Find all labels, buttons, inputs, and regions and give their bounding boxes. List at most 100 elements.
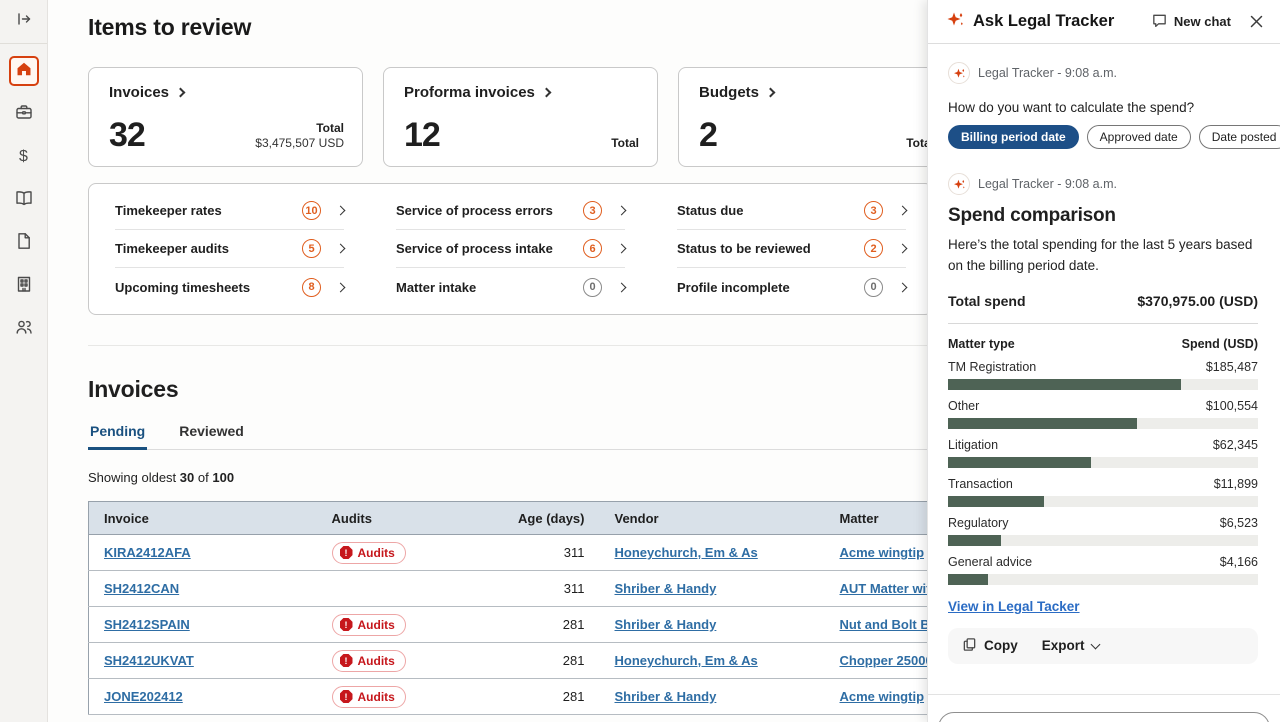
card-title-label: Budgets (699, 84, 759, 101)
invoice-link[interactable]: SH2412SPAIN (104, 617, 190, 632)
export-button[interactable]: Export (1042, 638, 1099, 653)
ask-legal-tracker-panel: Ask Legal Tracker New chat (927, 0, 1280, 722)
audits-badge[interactable]: ! Audits (332, 650, 406, 672)
matter-link[interactable]: Acme wingtip (840, 689, 925, 704)
sidebar-item-organization[interactable] (9, 271, 39, 301)
sidebar: $ (0, 0, 48, 722)
matter-link[interactable]: Acme wingtip (840, 545, 925, 560)
card-budgets[interactable]: Budgets 2 Total (678, 67, 953, 167)
invoices-tabbar: Pending Reviewed (88, 419, 933, 450)
invoice-link[interactable]: SH2412CAN (104, 581, 179, 596)
chevron-right-icon (176, 88, 186, 98)
ai-sparkle-icon (946, 10, 965, 34)
audits-badge[interactable]: ! Audits (332, 542, 406, 564)
tab-reviewed[interactable]: Reviewed (177, 419, 246, 450)
chart-value-label: $11,899 (1214, 477, 1258, 491)
vendor-link[interactable]: Honeychurch, Em & As (615, 653, 758, 668)
review-item-sop-intake[interactable]: Service of process intake 6 (396, 230, 625, 268)
matter-link[interactable]: Chopper 25000 (840, 653, 933, 668)
showing-of: of (198, 470, 209, 485)
count-badge: 8 (302, 278, 321, 297)
sidebar-item-home[interactable] (9, 56, 39, 86)
age-value: 311 (485, 535, 595, 571)
review-item-upcoming-timesheets[interactable]: Upcoming timesheets 8 (115, 268, 344, 306)
chevron-right-icon (336, 282, 346, 292)
close-panel-button[interactable] (1249, 14, 1264, 29)
sidebar-item-people[interactable] (9, 314, 39, 344)
review-item-label: Timekeeper audits (115, 241, 302, 256)
vendor-link[interactable]: Shriber & Handy (615, 617, 717, 632)
chevron-right-icon (766, 88, 776, 98)
review-item-profile-incomplete[interactable]: Profile incomplete 0 (677, 268, 906, 306)
invoice-link[interactable]: SH2412UKVAT (104, 653, 194, 668)
card-total-value: $3,475,507 USD (255, 136, 344, 152)
sidebar-item-finance[interactable]: $ (9, 142, 39, 172)
home-icon (15, 60, 33, 83)
pill-date-posted[interactable]: Date posted (1199, 125, 1280, 149)
review-item-timekeeper-rates[interactable]: Timekeeper rates 10 (115, 192, 344, 230)
message-meta: Legal Tracker - 9:08 a.m. (948, 62, 1258, 84)
review-items-panel: Timekeeper rates 10 Timekeeper audits 5 … (88, 183, 933, 315)
count-badge: 0 (583, 278, 602, 297)
card-title-label: Proforma invoices (404, 84, 535, 101)
matter-link[interactable]: Nut and Bolt B (840, 617, 930, 632)
chevron-right-icon (336, 206, 346, 216)
message-meta: Legal Tracker - 9:08 a.m. (948, 173, 1258, 195)
audits-badge[interactable]: ! Audits (332, 614, 406, 636)
review-item-timekeeper-audits[interactable]: Timekeeper audits 5 (115, 230, 344, 268)
col-invoice: Invoice (89, 502, 317, 535)
matter-link[interactable]: AUT Matter wit (840, 581, 931, 596)
chart-value-label: $100,554 (1206, 399, 1258, 413)
alert-octagon-icon: ! (340, 618, 353, 631)
pill-billing-period-date[interactable]: Billing period date (948, 125, 1079, 149)
tab-pending[interactable]: Pending (88, 419, 147, 450)
view-in-legal-tracker-link[interactable]: View in Legal Tacker (948, 599, 1080, 614)
review-item-matter-intake[interactable]: Matter intake 0 (396, 268, 625, 306)
sidebar-item-documents[interactable] (9, 228, 39, 258)
invoice-link[interactable]: JONE202412 (104, 689, 183, 704)
new-chat-button[interactable]: New chat (1151, 12, 1231, 32)
export-label: Export (1042, 638, 1085, 653)
chevron-right-icon (336, 244, 346, 254)
showing-prefix: Showing oldest (88, 470, 176, 485)
review-item-status-due[interactable]: Status due 3 (677, 192, 906, 230)
expand-sidebar-button[interactable] (9, 7, 39, 37)
review-item-status-to-be-reviewed[interactable]: Status to be reviewed 2 (677, 230, 906, 268)
bar-fill (948, 496, 1044, 507)
invoice-link[interactable]: KIRA2412AFA (104, 545, 191, 560)
chart-category-label: General advice (948, 555, 1032, 569)
pill-approved-date[interactable]: Approved date (1087, 125, 1191, 149)
total-spend-label: Total spend (948, 293, 1026, 309)
chat-input[interactable] (938, 712, 1270, 722)
chart-col-spend: Spend (USD) (1182, 337, 1258, 351)
age-value: 281 (485, 679, 595, 715)
col-age: Age (days) (485, 502, 595, 535)
card-invoices[interactable]: Invoices 32 Total $3,475,507 USD (88, 67, 363, 167)
chart-row: Other $100,554 (948, 399, 1258, 429)
vendor-link[interactable]: Honeychurch, Em & As (615, 545, 758, 560)
audits-badge[interactable]: ! Audits (332, 686, 406, 708)
review-item-sop-errors[interactable]: Service of process errors 3 (396, 192, 625, 230)
age-value: 281 (485, 643, 595, 679)
chart-row: General advice $4,166 (948, 555, 1258, 585)
chevron-right-icon (898, 206, 908, 216)
chevron-right-icon (617, 206, 627, 216)
review-items-column: Status due 3 Status to be reviewed 2 Pro… (677, 192, 906, 306)
chart-category-label: TM Registration (948, 360, 1036, 374)
chat-messages: Legal Tracker - 9:08 a.m. How do you wan… (928, 44, 1280, 664)
audits-badge-label: Audits (358, 618, 395, 632)
sidebar-item-library[interactable] (9, 185, 39, 215)
chart-row: TM Registration $185,487 (948, 360, 1258, 390)
sidebar-item-briefcase[interactable] (9, 99, 39, 129)
chart-category-label: Other (948, 399, 979, 413)
vendor-link[interactable]: Shriber & Handy (615, 581, 717, 596)
chart-value-label: $6,523 (1220, 516, 1258, 530)
copy-button[interactable]: Copy (962, 637, 1018, 655)
bar-track (948, 535, 1258, 546)
card-proforma-invoices[interactable]: Proforma invoices 12 Total (383, 67, 658, 167)
vendor-link[interactable]: Shriber & Handy (615, 689, 717, 704)
chart-row: Transaction $11,899 (948, 477, 1258, 507)
people-icon (14, 317, 34, 342)
bar-fill (948, 379, 1181, 390)
chart-category-label: Litigation (948, 438, 998, 452)
